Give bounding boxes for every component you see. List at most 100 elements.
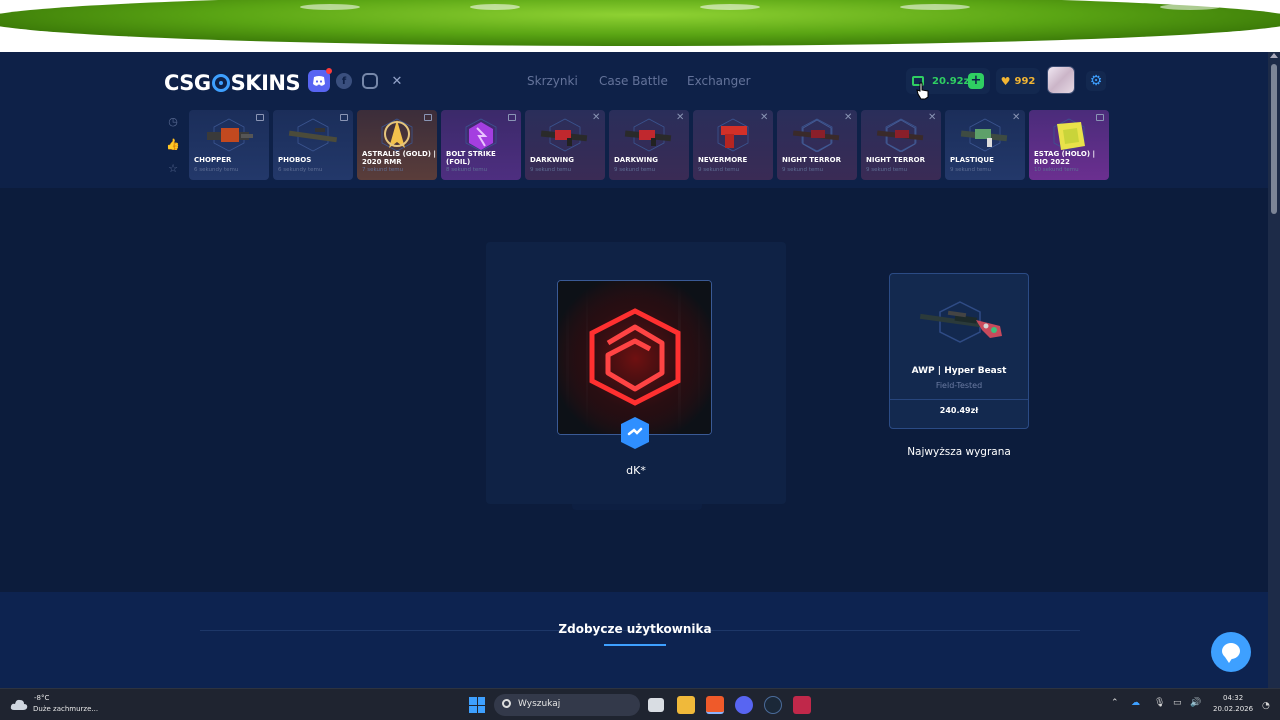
live-drop-card[interactable]: ✕ DARKWING 9 sekund temu bbox=[609, 110, 689, 180]
best-drop-wear: Field-Tested bbox=[935, 381, 983, 390]
discord-taskbar-icon[interactable] bbox=[735, 696, 753, 714]
scrollbar-thumb[interactable] bbox=[1271, 64, 1277, 214]
case-icon[interactable] bbox=[424, 114, 432, 121]
x-twitter-icon[interactable]: ✕ bbox=[386, 70, 408, 92]
settings-gear-icon[interactable]: ⚙ bbox=[1086, 71, 1106, 91]
coins-amount: 992 bbox=[1014, 75, 1036, 87]
best-drop-card[interactable]: AWP | Hyper Beast Field-Tested 240.49zł bbox=[889, 273, 1029, 429]
live-drop-card[interactable]: ✕ NIGHT TERROR 9 sekund temu bbox=[861, 110, 941, 180]
discord-icon[interactable] bbox=[308, 68, 332, 92]
best-drop-price: 240.49zł bbox=[939, 406, 979, 415]
clock-icon[interactable]: ◷ bbox=[168, 115, 178, 128]
dismiss-icon[interactable]: ✕ bbox=[592, 113, 600, 123]
case-icon[interactable] bbox=[508, 114, 516, 121]
drop-item-name: CHOPPER bbox=[194, 156, 232, 164]
network-icon[interactable]: ▭ bbox=[1173, 698, 1182, 708]
drop-item-name: PLASTIQUE bbox=[950, 156, 994, 164]
drop-item-image bbox=[207, 118, 253, 152]
weather-desc: Duże zachmurze... bbox=[33, 705, 99, 713]
weather-cloud-icon[interactable] bbox=[10, 696, 28, 712]
mouse-cursor-icon bbox=[916, 82, 929, 100]
live-drop-card[interactable]: PHOBOS 6 sekundy temu bbox=[273, 110, 353, 180]
clock-time[interactable]: 04:32 bbox=[1223, 694, 1243, 702]
deposit-button[interactable]: + bbox=[968, 73, 984, 89]
game-app-icon[interactable] bbox=[793, 696, 811, 714]
thumb-up-icon[interactable]: 👍 bbox=[166, 138, 180, 151]
drop-item-name: PHOBOS bbox=[278, 156, 312, 164]
drop-item-image bbox=[288, 118, 338, 152]
nav-exchanger[interactable]: Exchanger bbox=[687, 74, 751, 88]
brave-browser-icon[interactable] bbox=[706, 696, 724, 714]
live-drop-card[interactable]: ✕ NEVERMORE 9 sekund temu bbox=[693, 110, 773, 180]
drop-item-image bbox=[876, 118, 924, 152]
green-banner bbox=[0, 0, 1280, 52]
user-drops-title[interactable]: Zdobycze użytkownika bbox=[520, 622, 750, 636]
drop-item-image bbox=[792, 118, 840, 152]
drop-time: 9 sekund temu bbox=[950, 167, 992, 173]
notification-icon[interactable]: ◔ bbox=[1262, 701, 1270, 711]
drop-item-name: ESTAG (HOLO) | RIO 2022 bbox=[1034, 150, 1096, 166]
live-drop-card[interactable]: CHOPPER 6 sekundy temu bbox=[189, 110, 269, 180]
case-icon[interactable] bbox=[256, 114, 264, 121]
user-drops-section: Zdobycze użytkownika bbox=[0, 592, 1268, 688]
star-icon[interactable]: ☆ bbox=[168, 162, 178, 175]
tray-chevron-icon[interactable]: ⌃ bbox=[1111, 698, 1119, 708]
drop-item-name: BOLT STRIKE (FOIL) bbox=[446, 150, 496, 166]
drops-filter: ◷ 👍 ☆ bbox=[162, 110, 184, 180]
microphone-icon[interactable]: 🎙 bbox=[1154, 698, 1165, 708]
topbar: CSG SKINS f ✕ Skrzynki Case Battle Exchan… bbox=[0, 52, 1268, 188]
coins-display[interactable]: ♥ 992 bbox=[996, 68, 1040, 94]
file-explorer-icon[interactable] bbox=[677, 696, 695, 714]
dismiss-icon[interactable]: ✕ bbox=[676, 113, 684, 123]
clock-date[interactable]: 20.02.2026 bbox=[1213, 705, 1253, 713]
logo-right-text: SKINS bbox=[230, 71, 301, 95]
case-image[interactable] bbox=[557, 280, 712, 435]
page-scrollbar[interactable] bbox=[1268, 52, 1280, 688]
search-icon bbox=[502, 699, 511, 708]
drop-time: 9 sekund temu bbox=[614, 167, 656, 173]
case-icon[interactable] bbox=[340, 114, 348, 121]
taskbar-search[interactable]: Wyszukaj bbox=[494, 694, 640, 716]
dismiss-icon[interactable]: ✕ bbox=[844, 113, 852, 123]
drop-item-image bbox=[717, 118, 749, 152]
drop-time: 6 sekundy temu bbox=[278, 167, 323, 173]
onedrive-icon[interactable]: ☁ bbox=[1131, 698, 1140, 708]
scroll-up-icon[interactable] bbox=[1270, 53, 1278, 58]
logo-left-text: CSG bbox=[164, 71, 211, 95]
drop-item-image bbox=[465, 118, 497, 152]
user-avatar[interactable] bbox=[1047, 66, 1075, 94]
drop-time: 8 sekund temu bbox=[446, 167, 488, 173]
live-drop-card[interactable]: ✕ NIGHT TERROR 9 sekund temu bbox=[777, 110, 857, 180]
live-drop-card[interactable]: ✕ DARKWING 9 sekund temu bbox=[525, 110, 605, 180]
windows-start-icon[interactable] bbox=[469, 697, 485, 713]
site-logo[interactable]: CSG SKINS bbox=[164, 70, 301, 96]
drop-time: 9 sekund temu bbox=[866, 167, 908, 173]
dismiss-icon[interactable]: ✕ bbox=[928, 113, 936, 123]
nav-cases[interactable]: Skrzynki bbox=[527, 74, 578, 88]
drop-item-name: DARKWING bbox=[530, 156, 574, 164]
dismiss-icon[interactable]: ✕ bbox=[1012, 113, 1020, 123]
nav-case-battle[interactable]: Case Battle bbox=[599, 74, 668, 88]
chat-button[interactable] bbox=[1211, 632, 1251, 672]
drop-item-image bbox=[960, 118, 1008, 152]
case-icon[interactable] bbox=[1096, 114, 1104, 121]
task-view-icon[interactable] bbox=[648, 698, 664, 712]
best-drop-label: Najwyższa wygrana bbox=[907, 446, 1011, 458]
search-placeholder: Wyszukaj bbox=[518, 699, 561, 709]
volume-icon[interactable]: 🔊 bbox=[1190, 698, 1201, 708]
weather-temp: -8°C bbox=[34, 694, 50, 702]
drop-time: 10 sekund temu bbox=[1034, 167, 1079, 173]
live-drop-card[interactable]: ASTRALIS (GOLD) | 2020 RMR 7 sekund temu bbox=[357, 110, 437, 180]
logo-ring-icon bbox=[211, 74, 230, 92]
drop-item-name: NIGHT TERROR bbox=[782, 156, 841, 164]
steam-icon[interactable] bbox=[764, 696, 782, 714]
drop-item-image bbox=[381, 118, 413, 152]
dismiss-icon[interactable]: ✕ bbox=[760, 113, 768, 123]
live-drop-card[interactable]: ✕ PLASTIQUE 9 sekund temu bbox=[945, 110, 1025, 180]
case-creator-name[interactable]: dK* bbox=[486, 464, 786, 477]
instagram-icon[interactable] bbox=[362, 73, 378, 89]
facebook-icon[interactable]: f bbox=[336, 73, 352, 89]
live-drop-card[interactable]: BOLT STRIKE (FOIL) 8 sekund temu bbox=[441, 110, 521, 180]
drop-time: 9 sekund temu bbox=[530, 167, 572, 173]
live-drop-card[interactable]: ESTAG (HOLO) | RIO 2022 10 sekund temu bbox=[1029, 110, 1109, 180]
